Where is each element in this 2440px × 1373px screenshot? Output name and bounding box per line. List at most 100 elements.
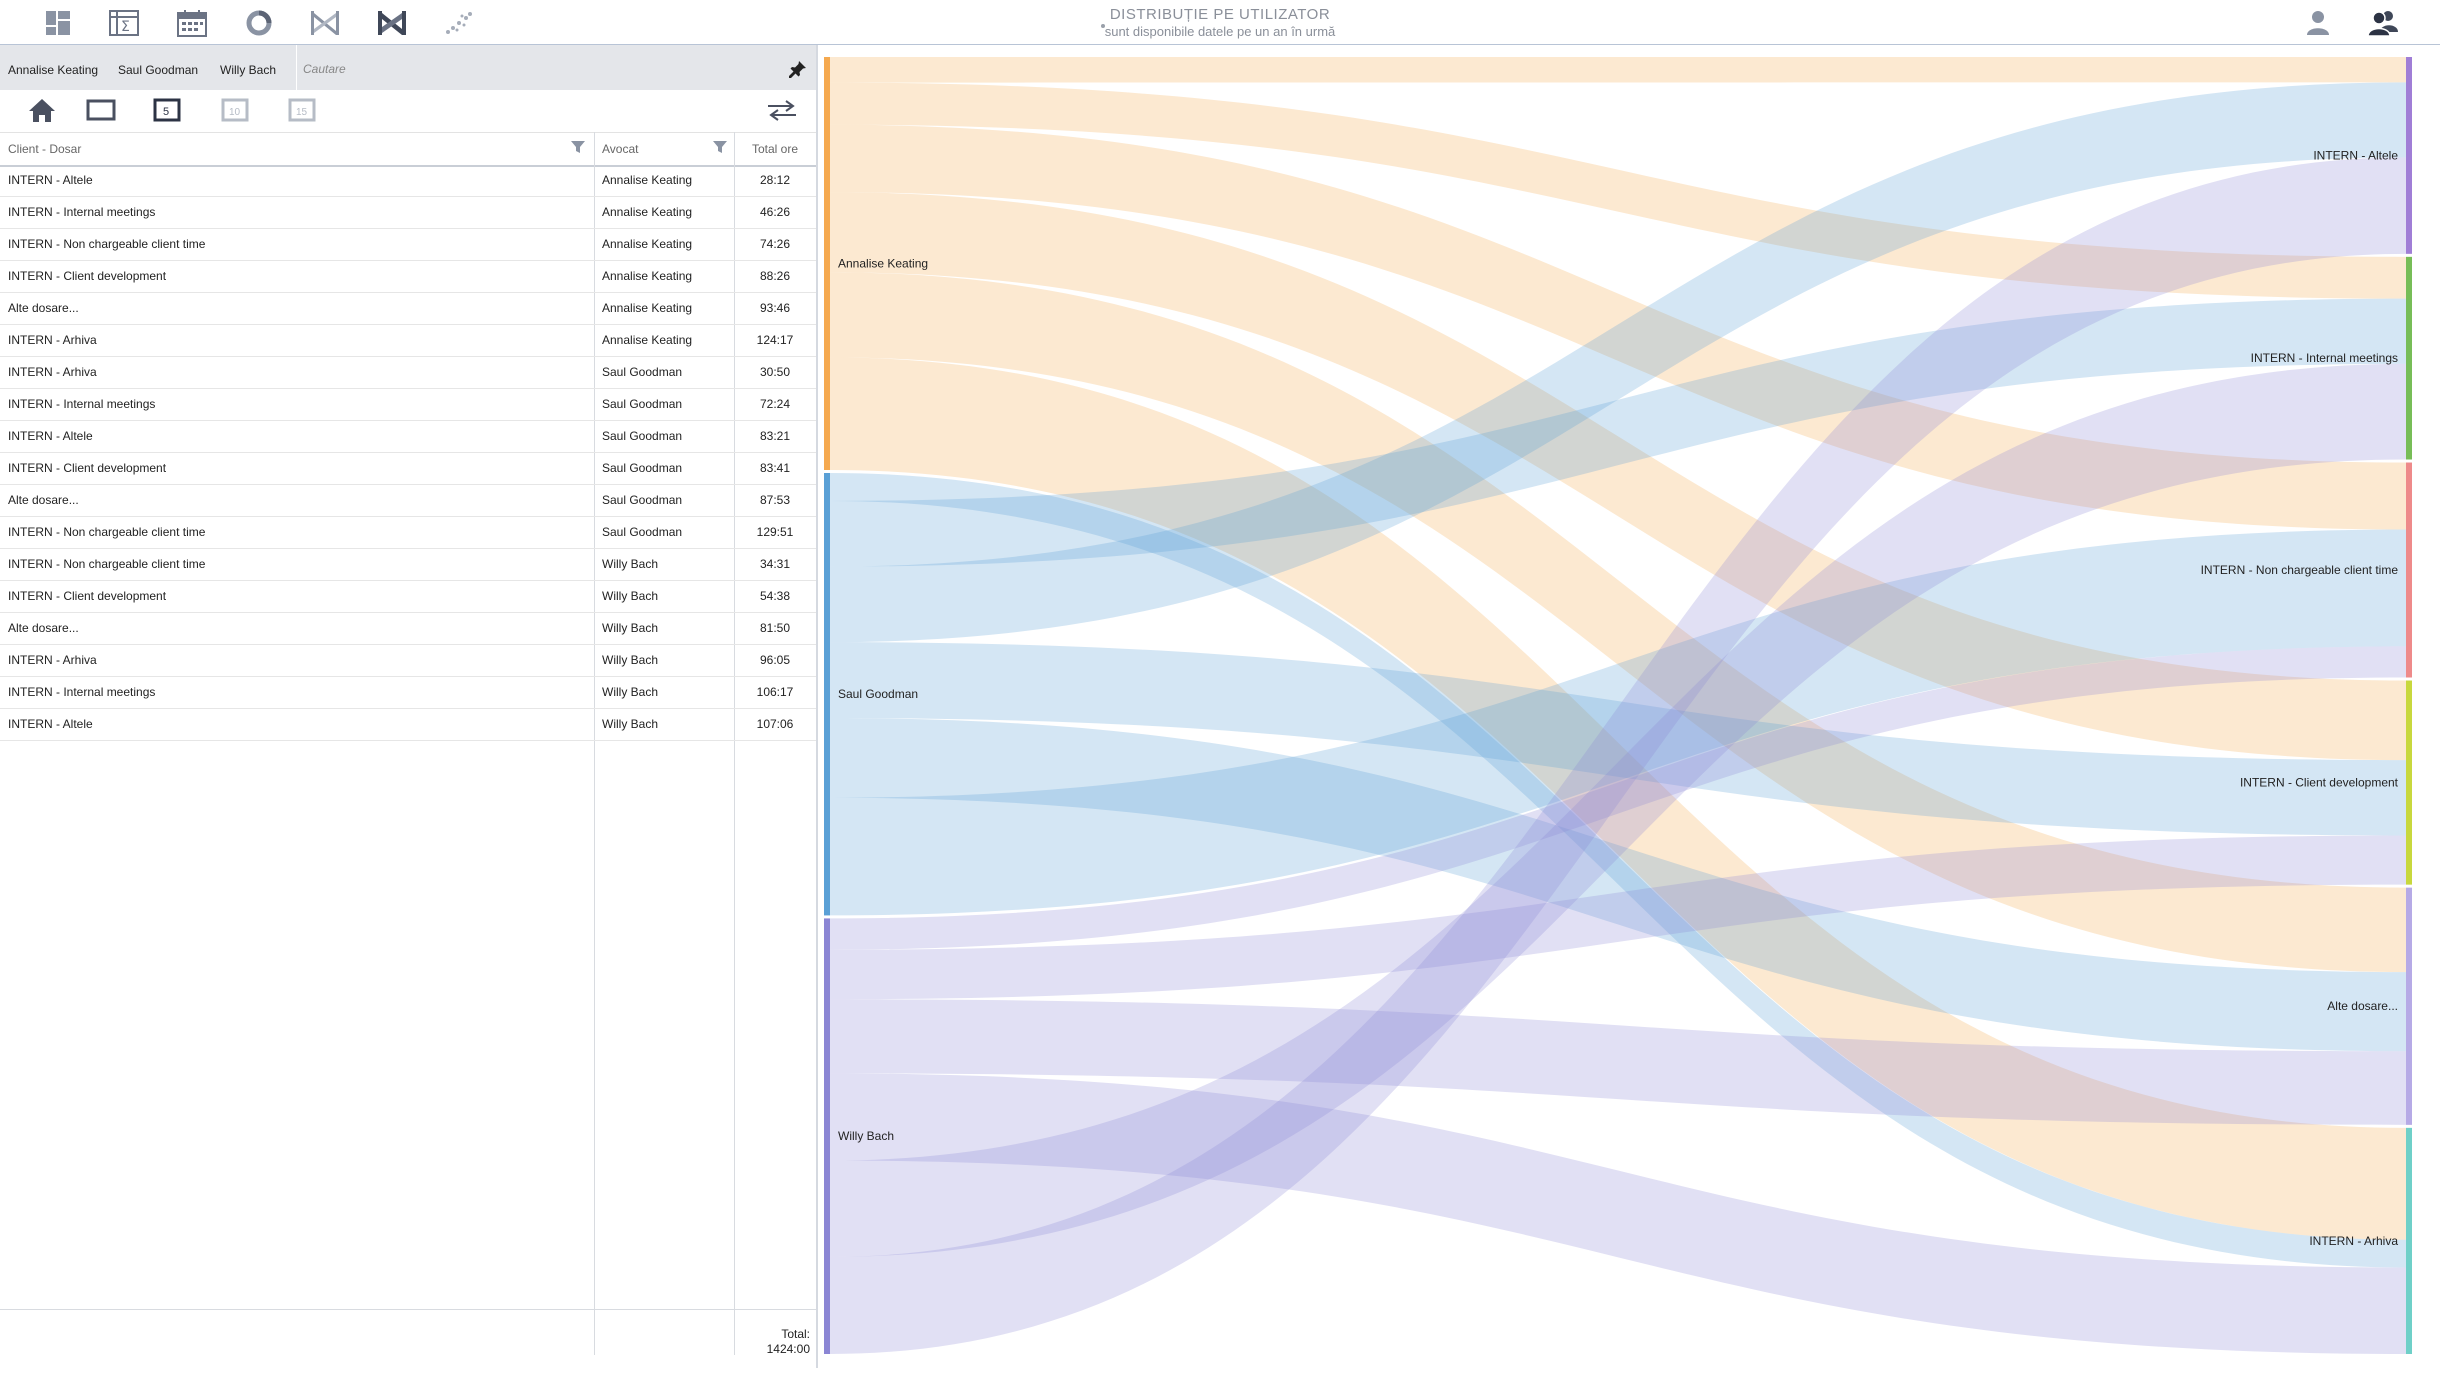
table-row[interactable]: INTERN - Non chargeable client time Annal…	[0, 229, 816, 261]
sankey-node-label: INTERN - Altele	[2313, 148, 2398, 162]
cell-lawyer: Annalise Keating	[602, 269, 693, 283]
top-5-label: 5	[163, 106, 169, 118]
table-row[interactable]: INTERN - Altele Willy Bach 107:06	[0, 709, 816, 741]
cell-lawyer: Annalise Keating	[602, 173, 693, 187]
cell-hours: 88:26	[759, 269, 791, 283]
top-10-label: 10	[229, 107, 241, 118]
cell-lawyer: Annalise Keating	[602, 301, 693, 315]
top-15-label: 15	[296, 107, 308, 118]
table-row[interactable]: INTERN - Arhiva Saul Goodman 30:50	[0, 357, 816, 389]
filter-tag-saul-goodman[interactable]: Saul Goodman	[118, 63, 198, 77]
table-row[interactable]: INTERN - Internal meetings Saul Goodman 72…	[0, 389, 816, 421]
table-row[interactable]: INTERN - Altele Annalise Keating 28:12	[0, 165, 816, 197]
sankey-node[interactable]	[824, 918, 830, 1354]
cell-client: Alte dosare...	[8, 621, 79, 635]
filter-bar: Annalise Keating Saul Goodman Willy Bach…	[0, 45, 816, 90]
search-input[interactable]: Cautare	[296, 45, 781, 90]
cell-client: INTERN - Altele	[8, 717, 93, 731]
cell-client: INTERN - Altele	[8, 429, 93, 443]
cell-hours: 72:24	[759, 397, 791, 411]
swap-icon[interactable]	[766, 97, 796, 125]
cell-hours: 83:41	[759, 461, 791, 475]
cell-lawyer: Saul Goodman	[602, 493, 683, 507]
cell-lawyer: Willy Bach	[602, 685, 659, 699]
cell-lawyer: Willy Bach	[602, 717, 659, 731]
dashboard-icon[interactable]	[42, 8, 74, 38]
cell-client: Alte dosare...	[8, 301, 79, 315]
sankey-node-label: INTERN - Internal meetings	[2251, 351, 2398, 365]
table-row[interactable]: INTERN - Internal meetings Willy Bach 106:…	[0, 677, 816, 709]
total-label: Total:	[781, 1327, 810, 1341]
table-row[interactable]: INTERN - Arhiva Annalise Keating 124:17	[0, 325, 816, 357]
cell-lawyer: Willy Bach	[602, 653, 659, 667]
cell-client: INTERN - Non chargeable client time	[8, 525, 206, 539]
table-row[interactable]: INTERN - Non chargeable client time Willy…	[0, 549, 816, 581]
sankey-node[interactable]	[2406, 462, 2412, 678]
sankey-node[interactable]	[2406, 1127, 2412, 1354]
scatter-icon[interactable]	[443, 8, 475, 38]
sankey-node-label: INTERN - Arhiva	[2309, 1234, 2398, 1248]
single-user-icon[interactable]	[2302, 8, 2334, 38]
chord-diagram-icon[interactable]	[309, 8, 341, 38]
table-row[interactable]: INTERN - Arhiva Willy Bach 96:05	[0, 645, 816, 677]
calendar-icon[interactable]	[176, 8, 208, 38]
sankey-svg: Annalise Keating Saul Goodman Willy Bach IN…	[824, 57, 2412, 1354]
cell-client: INTERN - Altele	[8, 173, 93, 187]
cell-hours: 54:38	[759, 589, 791, 603]
cell-hours: 83:21	[759, 429, 791, 443]
table-row[interactable]: INTERN - Client development Annalise Keat…	[0, 261, 816, 293]
cell-hours: 129:51	[756, 525, 794, 539]
filter-icon[interactable]	[712, 139, 728, 160]
cell-client: Alte dosare...	[8, 493, 79, 507]
column-total-ore[interactable]: Total ore	[740, 142, 810, 156]
table-row[interactable]: INTERN - Altele Saul Goodman 83:21	[0, 421, 816, 453]
table-row[interactable]: Alte dosare... Saul Goodman 87:53	[0, 485, 816, 517]
sankey-node[interactable]	[824, 473, 830, 916]
page-title-block: DISTRIBUȚIE PE UTILIZATOR sunt disponibi…	[1000, 6, 1440, 39]
sankey-icon[interactable]	[376, 8, 408, 38]
filter-icon[interactable]	[570, 139, 586, 160]
cell-hours: 124:17	[756, 333, 794, 347]
single-page-icon[interactable]	[86, 97, 116, 125]
top-15-icon[interactable]: 15	[287, 97, 317, 125]
cell-lawyer: Saul Goodman	[602, 525, 683, 539]
cell-hours: 96:05	[759, 653, 791, 667]
cell-hours: 34:31	[759, 557, 791, 571]
pin-icon[interactable]	[788, 59, 808, 79]
sankey-node[interactable]	[2406, 256, 2412, 460]
table-row[interactable]: Alte dosare... Annalise Keating 93:46	[0, 293, 816, 325]
cell-hours: 107:06	[756, 717, 794, 731]
column-client-dosar[interactable]: Client - Dosar	[8, 142, 81, 156]
column-avocat[interactable]: Avocat	[602, 142, 638, 156]
multi-user-icon[interactable]	[2367, 8, 2399, 38]
cell-hours: 46:26	[759, 205, 791, 219]
top-5-icon[interactable]: 5	[152, 97, 182, 125]
top-10-icon[interactable]: 10	[220, 97, 250, 125]
home-icon[interactable]	[28, 97, 58, 125]
cell-lawyer: Willy Bach	[602, 621, 659, 635]
sankey-link[interactable]	[830, 57, 2406, 83]
cell-client: INTERN - Client development	[8, 589, 167, 603]
cell-lawyer: Saul Goodman	[602, 429, 683, 443]
table-row[interactable]: INTERN - Client development Willy Bach 54:…	[0, 581, 816, 613]
cell-lawyer: Annalise Keating	[602, 237, 693, 251]
sankey-node[interactable]	[824, 57, 830, 471]
sankey-chart: Annalise Keating Saul Goodman Willy Bach IN…	[818, 45, 2440, 1368]
table-row[interactable]: INTERN - Internal meetings Annalise Keati…	[0, 197, 816, 229]
cell-lawyer: Annalise Keating	[602, 205, 693, 219]
pivot-table-icon[interactable]: Σ	[108, 8, 140, 38]
cell-hours: 87:53	[759, 493, 791, 507]
sankey-node[interactable]	[2406, 887, 2412, 1125]
sankey-node[interactable]	[2406, 680, 2412, 885]
table-row[interactable]: Alte dosare... Willy Bach 81:50	[0, 613, 816, 645]
filter-tag-annalise-keating[interactable]: Annalise Keating	[8, 63, 98, 77]
filter-tag-willy-bach[interactable]: Willy Bach	[220, 63, 276, 77]
cell-client: INTERN - Client development	[8, 269, 167, 283]
cell-lawyer: Annalise Keating	[602, 333, 693, 347]
sankey-node[interactable]	[2406, 57, 2412, 254]
cell-lawyer: Saul Goodman	[602, 365, 683, 379]
donut-chart-icon[interactable]	[243, 8, 275, 38]
cell-client: INTERN - Client development	[8, 461, 167, 475]
table-row[interactable]: INTERN - Non chargeable client time Saul …	[0, 517, 816, 549]
table-row[interactable]: INTERN - Client development Saul Goodman 8…	[0, 453, 816, 485]
